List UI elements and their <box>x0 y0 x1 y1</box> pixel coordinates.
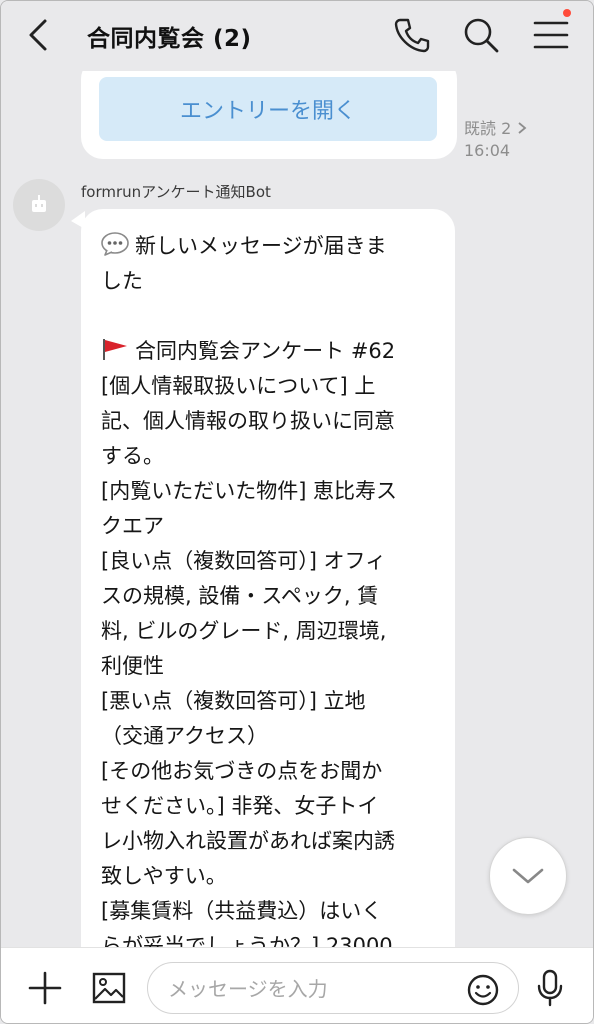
back-button[interactable] <box>25 15 55 55</box>
message-time: 16:04 <box>464 141 511 160</box>
bot-icon <box>32 195 46 212</box>
chevron-left-icon <box>29 19 47 51</box>
phone-icon <box>394 18 430 53</box>
message-line: クエア <box>101 514 164 538</box>
image-icon <box>92 972 126 1004</box>
emoji-button[interactable] <box>466 973 500 1007</box>
message-line: 致しやすい。 <box>101 864 227 888</box>
message-line: する。 <box>101 444 164 468</box>
message-line: せください。] 非発、女子トイ <box>101 794 379 818</box>
message-line: スの規模, 設備・スペック, 賃 <box>101 584 379 608</box>
message-line: 利便性 <box>101 654 164 678</box>
scroll-to-bottom-button[interactable] <box>489 837 567 915</box>
open-entry-button[interactable]: エントリーを開く <box>99 77 437 141</box>
chat-header: 合同内覧会 (2) <box>1 1 593 71</box>
message-line: [良い点（複数回答可）] オフィ <box>101 549 387 573</box>
microphone-icon <box>537 969 563 1007</box>
message-line: 合同内覧会アンケート #62 <box>101 334 441 369</box>
message-input-bar <box>1 947 593 1023</box>
message-line: [個人情報取扱いについて] 上 <box>101 374 376 398</box>
sender-name: formrunアンケート通知Bot <box>81 183 271 201</box>
chat-title: 合同内覧会 (2) <box>87 26 252 52</box>
add-attachment-button[interactable] <box>27 970 63 1006</box>
message-line: 記、個人情報の取り扱いに同意 <box>101 409 395 433</box>
image-button[interactable] <box>91 970 127 1006</box>
menu-button[interactable] <box>531 15 571 55</box>
message-text: 新しいメッセージが届きま した 合同内覧会アンケート #62 [個人情報取扱いに… <box>101 229 441 964</box>
message-bubble-entry: エントリーを開く <box>81 57 457 159</box>
chevron-right-icon <box>518 122 527 134</box>
speech-bubble-icon <box>101 232 129 256</box>
voice-input-button[interactable] <box>535 968 565 1008</box>
message-line: （交通アクセス） <box>101 724 268 748</box>
bot-avatar[interactable] <box>13 179 65 231</box>
message-line: [その他お気づきの点をお聞か <box>101 759 383 783</box>
read-status: 既読 2 <box>464 118 528 140</box>
menu-icon <box>533 21 569 49</box>
message-line: した <box>101 269 143 293</box>
message-line: [悪い点（複数回答可）] 立地 <box>101 689 366 713</box>
message-line: 料, ビルのグレード, 周辺環境, <box>101 619 387 643</box>
message-input-wrapper <box>147 962 519 1014</box>
message-line: 新しいメッセージが届きま <box>101 229 441 264</box>
search-icon <box>464 18 499 53</box>
search-button[interactable] <box>461 15 501 55</box>
chat-screen: 合同内覧会 (2) エントリーを開く 既読 2 16:04 formrunアンケ… <box>0 0 594 1024</box>
call-button[interactable] <box>391 15 431 55</box>
chevron-down-icon <box>512 868 544 884</box>
message-meta: 既読 2 16:04 <box>464 118 528 162</box>
message-line: レ小物入れ設置があれば案内誘 <box>101 829 395 853</box>
notification-dot <box>563 9 571 17</box>
smiley-icon <box>467 974 499 1006</box>
message-input[interactable] <box>168 973 458 1005</box>
message-line: [内覧いただいた物件] 恵比寿ス <box>101 479 398 503</box>
red-flag-icon <box>103 339 127 360</box>
message-line: [募集賃料（共益費込）はいく <box>101 899 383 923</box>
plus-icon <box>28 971 62 1005</box>
message-bubble-bot[interactable]: 新しいメッセージが届きま した 合同内覧会アンケート #62 [個人情報取扱いに… <box>81 209 455 969</box>
